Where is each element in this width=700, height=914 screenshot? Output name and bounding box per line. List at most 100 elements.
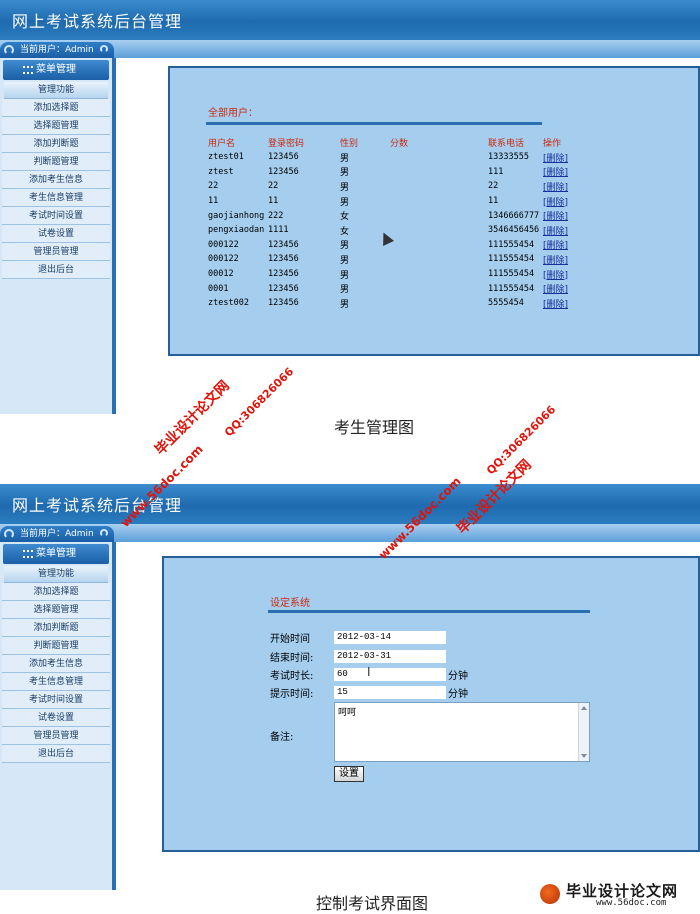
cell-username: pengxiaodan: [208, 225, 265, 236]
sidebar-item[interactable]: 添加选择题: [2, 583, 110, 601]
cell-password: 123456: [268, 239, 299, 250]
sidebar-item[interactable]: 试卷设置: [2, 225, 110, 243]
sidebar-item[interactable]: 添加选择题: [2, 99, 110, 117]
col-username: 用户名: [208, 138, 236, 149]
duration-unit: 分钟: [448, 671, 468, 682]
table-row: ztest01 123456 男 13333555 [删除]: [208, 150, 583, 165]
cell-username: ztest002: [208, 298, 249, 309]
sidebar-item[interactable]: 选择题管理: [2, 117, 110, 135]
delete-link[interactable]: [删除]: [543, 281, 583, 296]
sidebar-item[interactable]: 判断题管理: [2, 637, 110, 655]
main-content: 全部用户： 用户名 登录密码 性别 分数 联系电话 操作 ztest01 123…: [120, 58, 700, 414]
current-user-tab: 当前用户：Admin: [0, 526, 114, 542]
end-time-label: 结束时间:: [270, 653, 314, 664]
cell-phone: 13333555: [488, 152, 529, 163]
settings-panel-title: 设定系统: [270, 598, 310, 609]
cell-phone: 111555454: [488, 269, 535, 280]
sidebar-item[interactable]: 判断题管理: [2, 153, 110, 171]
delete-link[interactable]: [删除]: [543, 150, 583, 165]
cell-username: ztest: [208, 166, 234, 177]
main-content: 设定系统 开始时间 2012-03-14 结束时间: 2012-03-31 考试…: [120, 542, 700, 890]
menu-section-title: 管理功能: [4, 82, 108, 99]
table-row: pengxiaodan 1111 女 3546456456 [删除]: [208, 223, 583, 238]
cell-gender: 男: [340, 285, 350, 296]
delete-link[interactable]: [删除]: [543, 267, 583, 282]
end-time-input[interactable]: 2012-03-31: [334, 650, 446, 663]
cell-phone: 111: [488, 166, 504, 177]
cell-phone: 3546456456: [488, 225, 540, 236]
sidebar-item[interactable]: 试卷设置: [2, 709, 110, 727]
table-row: 0001 123456 男 111555454 [删除]: [208, 281, 583, 296]
menu-header: 菜单管理: [3, 544, 109, 564]
screenshot-exam-settings: 网上考试系统后台管理 当前用户：Admin 菜单管理 管理功能 添加选择题 选择题…: [0, 484, 700, 890]
sidebar-item[interactable]: 退出后台: [2, 261, 110, 279]
reminder-label: 提示时间:: [270, 689, 314, 700]
cell-gender: 男: [340, 270, 350, 281]
duration-input[interactable]: 60: [334, 668, 446, 681]
scroll-down-icon[interactable]: [581, 754, 587, 758]
logo-url: www.56doc.com: [596, 898, 667, 908]
sidebar-item[interactable]: 退出后台: [2, 745, 110, 763]
user-icon: [4, 529, 14, 539]
logo-emblem-icon: [540, 884, 560, 904]
current-user-label: 当前用户：Admin: [20, 45, 94, 55]
cell-phone: 11: [488, 196, 499, 207]
sidebar-item[interactable]: 管理员管理: [2, 727, 110, 745]
menu-grid-icon: [23, 550, 33, 558]
cell-username: 22: [208, 181, 219, 192]
scroll-up-icon[interactable]: [581, 706, 587, 710]
delete-link[interactable]: [删除]: [543, 208, 583, 223]
submit-settings-button[interactable]: 设置: [334, 766, 364, 782]
cell-score: [390, 281, 488, 296]
cell-password: 22: [268, 181, 279, 192]
sidebar-item[interactable]: 添加判断题: [2, 619, 110, 637]
sidebar-menu: 菜单管理 管理功能 添加选择题 选择题管理 添加判断题 判断题管理 添加考生信息 考生信息…: [0, 58, 116, 414]
delete-link[interactable]: [删除]: [543, 223, 583, 238]
sidebar-item[interactable]: 添加考生信息: [2, 171, 110, 189]
remark-textarea[interactable]: 呵呵: [334, 702, 590, 762]
cell-score: [390, 165, 488, 180]
delete-link[interactable]: [删除]: [543, 252, 583, 267]
menu-header-label: 菜单管理: [36, 548, 76, 559]
settings-panel-divider: [268, 610, 590, 613]
delete-link[interactable]: [删除]: [543, 179, 583, 194]
cell-password: 123456: [268, 298, 299, 309]
cell-gender: 男: [340, 255, 350, 266]
sidebar-item[interactable]: 添加判断题: [2, 135, 110, 153]
sidebar-item[interactable]: 考试时间设置: [2, 691, 110, 709]
cell-gender: 男: [340, 153, 350, 164]
delete-link[interactable]: [删除]: [543, 194, 583, 209]
sidebar-item[interactable]: 考生信息管理: [2, 189, 110, 207]
cell-gender: 男: [340, 182, 350, 193]
cell-phone: 1346666777: [488, 210, 540, 221]
user-icon-right: [100, 529, 108, 537]
reminder-unit: 分钟: [448, 689, 468, 700]
reminder-input[interactable]: 15: [334, 686, 446, 699]
menu-header-label: 菜单管理: [36, 64, 76, 75]
cell-password: 1111: [268, 225, 289, 236]
cell-phone: 5555454: [488, 298, 524, 309]
cell-phone: 111555454: [488, 283, 535, 294]
remark-label: 备注:: [270, 732, 294, 743]
delete-link[interactable]: [删除]: [543, 296, 583, 311]
delete-link[interactable]: [删除]: [543, 238, 583, 253]
sub-header: 当前用户：Admin: [0, 524, 700, 542]
cell-username: 000122: [208, 239, 239, 250]
sidebar-item[interactable]: 添加考生信息: [2, 655, 110, 673]
cell-phone: 22: [488, 181, 499, 192]
current-user-tab: 当前用户：Admin: [0, 42, 114, 58]
sidebar-item[interactable]: 考生信息管理: [2, 673, 110, 691]
col-gender: 性别: [340, 138, 359, 149]
start-time-input[interactable]: 2012-03-14: [334, 631, 446, 644]
cell-password: 11: [268, 196, 279, 207]
cell-score: [390, 179, 488, 194]
col-phone: 联系电话: [488, 138, 525, 149]
cell-password: 123456: [268, 166, 299, 177]
delete-link[interactable]: [删除]: [543, 165, 583, 180]
cell-score: [390, 296, 488, 311]
sidebar-item[interactable]: 考试时间设置: [2, 207, 110, 225]
remark-scrollbar[interactable]: [578, 703, 589, 761]
users-table: 用户名 登录密码 性别 分数 联系电话 操作 ztest01 123456 男 133…: [208, 134, 583, 311]
sidebar-item[interactable]: 选择题管理: [2, 601, 110, 619]
sidebar-item[interactable]: 管理员管理: [2, 243, 110, 261]
